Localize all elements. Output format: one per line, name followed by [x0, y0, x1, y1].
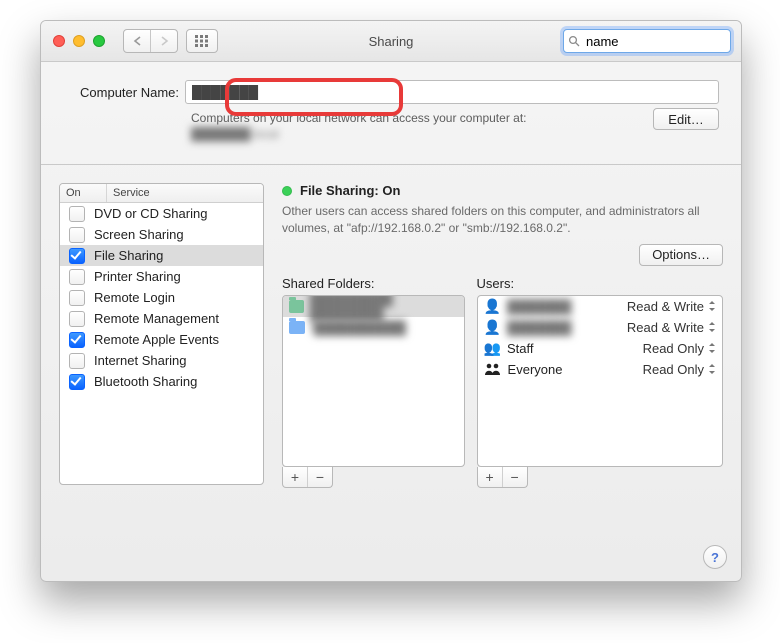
user-permission[interactable]: Read & Write — [627, 299, 716, 314]
service-label: Internet Sharing — [94, 353, 263, 368]
computer-hostname: ███████.local — [191, 127, 279, 141]
computer-name-info: Computers on your local network can acce… — [191, 111, 526, 125]
computer-name-panel: Computer Name: Computers on your local n… — [41, 62, 741, 165]
user-row[interactable]: 👤 ███████ Read & Write — [478, 296, 722, 317]
service-label: Screen Sharing — [94, 227, 263, 242]
pair-icon: 👥 — [484, 341, 501, 355]
user-permission[interactable]: Read & Write — [627, 320, 716, 335]
shared-folder-row[interactable]: █████████ ████████ — [283, 296, 464, 317]
folder-icon — [289, 321, 305, 334]
back-button[interactable] — [124, 30, 150, 52]
service-checkbox[interactable] — [69, 269, 85, 285]
service-label: DVD or CD Sharing — [94, 206, 263, 221]
permission-stepper-icon — [708, 364, 716, 374]
service-checkbox[interactable] — [69, 248, 85, 264]
permission-stepper-icon — [708, 301, 716, 311]
services-header: On Service — [60, 184, 263, 203]
minimize-window-button[interactable] — [73, 35, 85, 47]
service-row[interactable]: File Sharing — [60, 245, 263, 266]
user-name: ███████ — [507, 320, 571, 335]
search-icon — [568, 35, 580, 47]
remove-user-button[interactable]: − — [502, 467, 527, 487]
users-column: Users: 👤 ███████ Read & Write 👤 ███████ Read … — [477, 276, 723, 488]
service-checkbox[interactable] — [69, 374, 85, 390]
service-detail: File Sharing: On Other users can access … — [282, 183, 723, 487]
folder-icon — [289, 300, 304, 313]
shared-folder-name: █████████ ████████ — [310, 295, 458, 322]
service-label: Remote Apple Events — [94, 332, 263, 347]
service-row[interactable]: DVD or CD Sharing — [60, 203, 263, 224]
status-indicator-icon — [282, 186, 292, 196]
permission-stepper-icon — [708, 322, 716, 332]
close-window-button[interactable] — [53, 35, 65, 47]
window-controls — [53, 35, 105, 47]
group-icon — [484, 362, 502, 376]
users-controls: + − — [477, 467, 528, 488]
services-header-service: Service — [107, 184, 263, 202]
user-name: Staff — [507, 341, 534, 356]
shared-folders-controls: + − — [282, 467, 333, 488]
add-user-button[interactable]: + — [478, 467, 502, 487]
shared-folders-list[interactable]: █████████ ████████i██████████ — [282, 295, 465, 467]
main-area: On Service DVD or CD Sharing Screen Shari… — [41, 165, 741, 505]
user-name: ███████ — [507, 299, 571, 314]
service-checkbox[interactable] — [69, 290, 85, 306]
service-checkbox[interactable] — [69, 206, 85, 222]
service-label: Remote Management — [94, 311, 263, 326]
add-folder-button[interactable]: + — [283, 467, 307, 487]
services-panel: On Service DVD or CD Sharing Screen Shari… — [59, 183, 264, 487]
zoom-window-button[interactable] — [93, 35, 105, 47]
show-all-button[interactable] — [186, 29, 218, 53]
users-list[interactable]: 👤 ███████ Read & Write 👤 ███████ Read & Write… — [477, 295, 723, 467]
user-name: Everyone — [508, 362, 563, 377]
service-label: Printer Sharing — [94, 269, 263, 284]
service-checkbox[interactable] — [69, 332, 85, 348]
person-icon: 👤 — [484, 299, 501, 313]
toolbar: Sharing ✕ — [41, 21, 741, 62]
permission-stepper-icon — [708, 343, 716, 353]
person-icon: 👤 — [484, 320, 501, 334]
search-field[interactable]: ✕ — [563, 29, 731, 53]
shared-folders-column: Shared Folders: █████████ ████████i█████… — [282, 276, 465, 488]
edit-hostname-button[interactable]: Edit… — [653, 108, 719, 130]
service-label: Bluetooth Sharing — [94, 374, 263, 389]
computer-name-label: Computer Name: — [63, 85, 179, 100]
service-checkbox[interactable] — [69, 353, 85, 369]
help-button[interactable]: ? — [703, 545, 727, 569]
shared-folder-name: i██████████ — [311, 320, 406, 335]
shared-folders-title: Shared Folders: — [282, 276, 465, 291]
services-header-on: On — [60, 184, 107, 202]
service-row[interactable]: Remote Login — [60, 287, 263, 308]
user-permission[interactable]: Read Only — [643, 362, 716, 377]
service-row[interactable]: Remote Management — [60, 308, 263, 329]
services-list[interactable]: On Service DVD or CD Sharing Screen Shari… — [59, 183, 264, 485]
user-permission[interactable]: Read Only — [643, 341, 716, 356]
options-button[interactable]: Options… — [639, 244, 723, 266]
service-row[interactable]: Bluetooth Sharing — [60, 371, 263, 392]
service-row[interactable]: Screen Sharing — [60, 224, 263, 245]
forward-button[interactable] — [150, 30, 177, 52]
user-row[interactable]: 👤 ███████ Read & Write — [478, 317, 722, 338]
remove-folder-button[interactable]: − — [307, 467, 332, 487]
service-status-label: File Sharing: On — [300, 183, 400, 198]
search-input[interactable] — [584, 33, 742, 50]
users-title: Users: — [477, 276, 723, 291]
service-row[interactable]: Remote Apple Events — [60, 329, 263, 350]
computer-name-input[interactable] — [185, 80, 719, 104]
service-checkbox[interactable] — [69, 311, 85, 327]
service-label: Remote Login — [94, 290, 263, 305]
nav-back-forward — [123, 29, 178, 53]
user-row[interactable]: 👥 Staff Read Only — [478, 338, 722, 359]
service-label: File Sharing — [94, 248, 263, 263]
grid-icon — [195, 35, 209, 47]
preferences-window: Sharing ✕ Computer Name: Computers on yo… — [40, 20, 742, 582]
service-checkbox[interactable] — [69, 227, 85, 243]
service-description: Other users can access shared folders on… — [282, 203, 723, 235]
service-row[interactable]: Printer Sharing — [60, 266, 263, 287]
user-row[interactable]: Everyone Read Only — [478, 359, 722, 380]
service-row[interactable]: Internet Sharing — [60, 350, 263, 371]
